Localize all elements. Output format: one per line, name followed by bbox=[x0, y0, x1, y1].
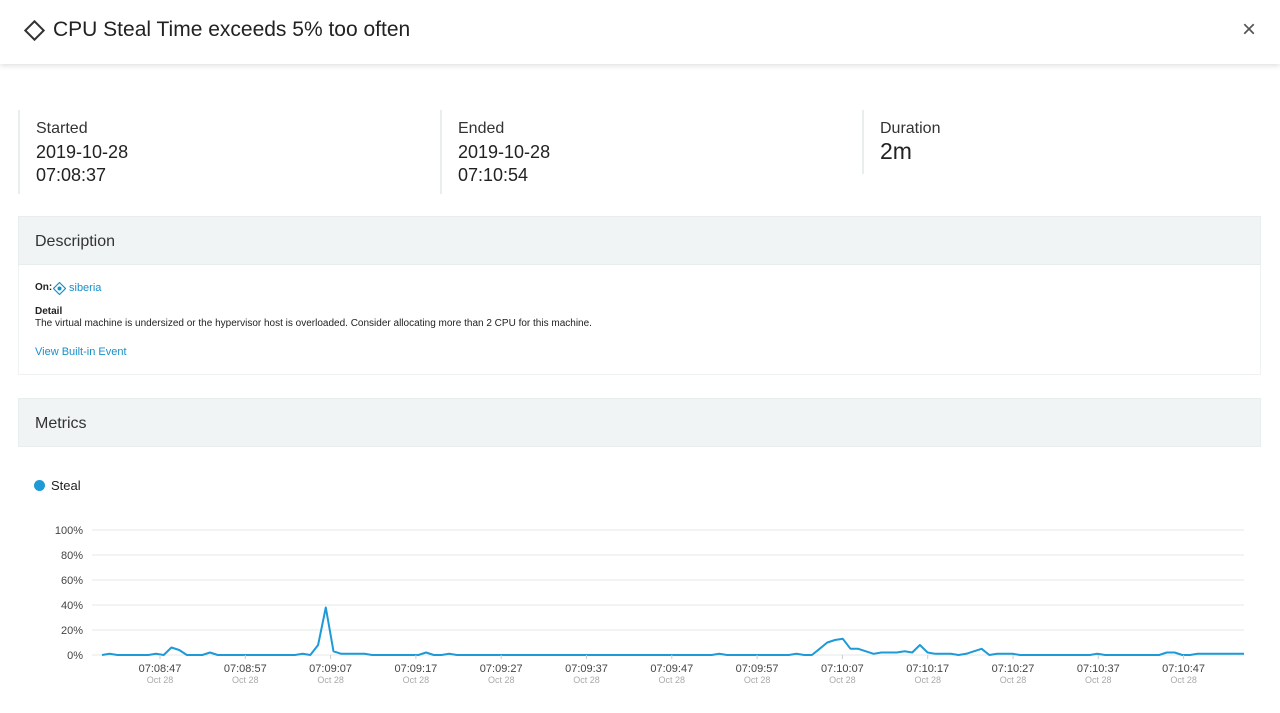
y-tick-label: 100% bbox=[55, 525, 83, 537]
duration-stat: Duration 2m bbox=[862, 110, 1262, 174]
view-built-in-event-link[interactable]: View Built-in Event bbox=[35, 346, 127, 358]
x-tick-date: Oct 28 bbox=[1085, 675, 1112, 685]
y-tick-label: 0% bbox=[67, 650, 83, 662]
x-tick-date: Oct 28 bbox=[403, 675, 430, 685]
metrics-panel-header: Metrics bbox=[18, 398, 1261, 447]
y-tick-label: 40% bbox=[61, 600, 83, 612]
ended-date: 2019-10-28 bbox=[458, 142, 551, 162]
steal-chart: 100%80%60%40%20%0%07:08:47Oct 2807:08:57… bbox=[55, 525, 1244, 685]
ended-label: Ended bbox=[458, 120, 505, 137]
description-panel-header: Description bbox=[18, 216, 1261, 265]
diamond-icon bbox=[23, 19, 46, 42]
legend-label-steal[interactable]: Steal bbox=[51, 478, 81, 493]
y-tick-label: 60% bbox=[61, 575, 83, 587]
x-tick-date: Oct 28 bbox=[659, 675, 686, 685]
duration-label: Duration bbox=[880, 120, 941, 137]
x-tick-label: 07:09:37 bbox=[565, 663, 608, 675]
series-line-steal[interactable] bbox=[101, 606, 1244, 656]
close-button[interactable]: × bbox=[1238, 17, 1260, 43]
x-tick-label: 07:10:07 bbox=[821, 663, 864, 675]
ended-stat: Ended 2019-10-28 07:10:54 bbox=[440, 110, 860, 194]
page-title: CPU Steal Time exceeds 5% too often bbox=[53, 18, 411, 41]
y-tick-label: 20% bbox=[61, 625, 83, 637]
duration-value: 2m bbox=[880, 138, 912, 164]
x-tick-date: Oct 28 bbox=[147, 675, 174, 685]
host-link[interactable]: siberia bbox=[69, 282, 101, 294]
metrics-heading: Metrics bbox=[35, 415, 87, 432]
x-tick-label: 07:09:07 bbox=[309, 663, 352, 675]
x-tick-label: 07:10:37 bbox=[1077, 663, 1120, 675]
x-tick-label: 07:10:47 bbox=[1162, 663, 1205, 675]
ended-time: 07:10:54 bbox=[458, 165, 529, 185]
x-tick-label: 07:10:17 bbox=[906, 663, 949, 675]
x-tick-date: Oct 28 bbox=[1170, 675, 1197, 685]
x-tick-label: 07:09:17 bbox=[394, 663, 437, 675]
host-icon bbox=[53, 282, 66, 295]
description-heading: Description bbox=[35, 233, 116, 250]
description-panel: On: siberia Detail The virtual machine i… bbox=[18, 265, 1261, 375]
legend-swatch-steal bbox=[34, 480, 45, 491]
x-tick-date: Oct 28 bbox=[573, 675, 600, 685]
started-label: Started bbox=[36, 120, 88, 137]
x-tick-label: 07:09:27 bbox=[480, 663, 523, 675]
started-time: 07:08:37 bbox=[36, 165, 107, 185]
x-tick-label: 07:08:57 bbox=[224, 663, 267, 675]
x-tick-label: 07:10:27 bbox=[992, 663, 1035, 675]
detail-heading: Detail bbox=[35, 306, 63, 317]
x-tick-date: Oct 28 bbox=[744, 675, 771, 685]
started-stat: Started 2019-10-28 07:08:37 bbox=[18, 110, 438, 194]
x-tick-date: Oct 28 bbox=[317, 675, 344, 685]
x-tick-date: Oct 28 bbox=[829, 675, 856, 685]
x-tick-label: 07:09:57 bbox=[736, 663, 779, 675]
event-stats: Started 2019-10-28 07:08:37 Ended 2019-1… bbox=[0, 110, 1280, 194]
x-tick-date: Oct 28 bbox=[232, 675, 259, 685]
started-date: 2019-10-28 bbox=[36, 142, 129, 162]
modal-header: CPU Steal Time exceeds 5% too often × bbox=[0, 0, 1280, 64]
x-tick-label: 07:09:47 bbox=[650, 663, 693, 675]
x-tick-date: Oct 28 bbox=[488, 675, 515, 685]
x-tick-date: Oct 28 bbox=[914, 675, 941, 685]
detail-text: The virtual machine is undersized or the… bbox=[35, 318, 592, 329]
x-tick-label: 07:08:47 bbox=[139, 663, 182, 675]
y-tick-label: 80% bbox=[61, 550, 83, 562]
x-tick-date: Oct 28 bbox=[1000, 675, 1027, 685]
on-label: On: bbox=[35, 282, 53, 293]
